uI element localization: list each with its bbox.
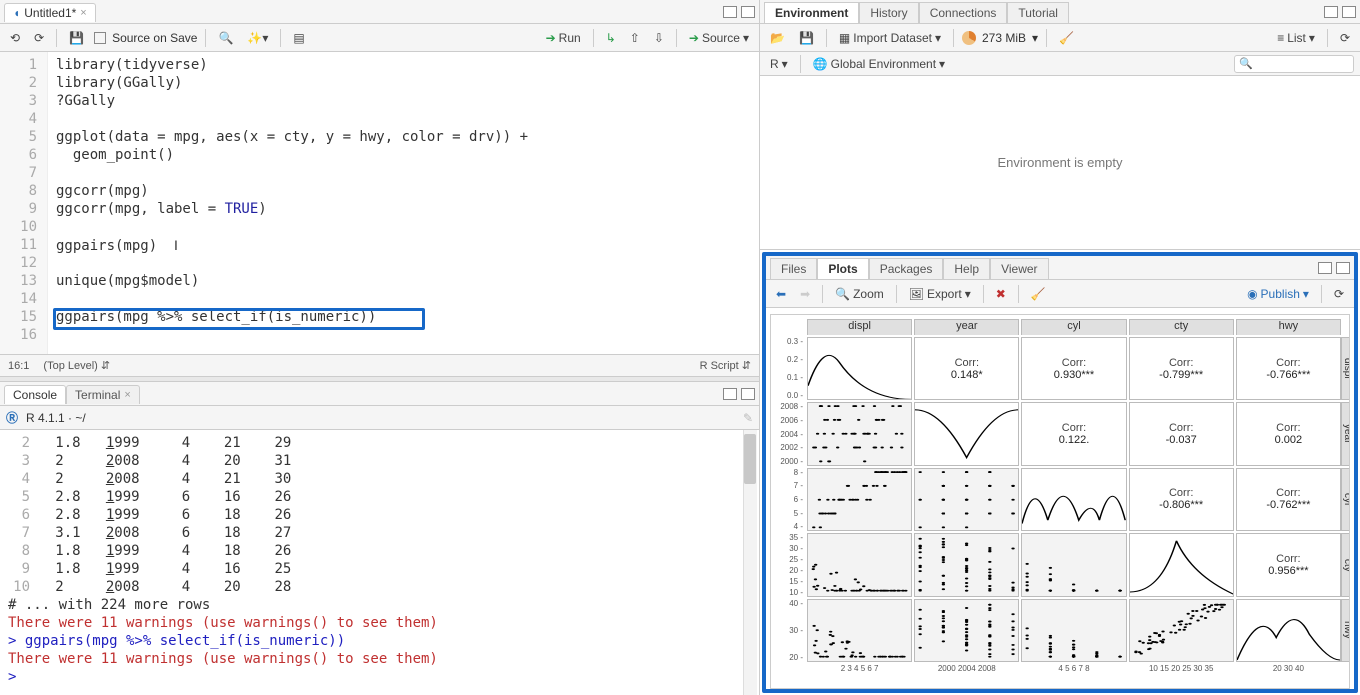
export-button[interactable]: 🖼 Export ▾ [905, 285, 975, 303]
tab-plots[interactable]: Plots [817, 258, 868, 279]
plots-highlight: Files Plots Packages Help Viewer ⬅ ➡ 🔍 Z… [762, 252, 1358, 693]
publish-button[interactable]: ◉ Publish ▾ [1243, 285, 1313, 303]
zoom-button[interactable]: 🔍 Zoom [831, 285, 888, 303]
env-search-input[interactable] [1234, 55, 1354, 73]
tab-packages[interactable]: Packages [869, 258, 944, 279]
r-logo-icon: Ⓡ [6, 409, 18, 426]
tab-help[interactable]: Help [943, 258, 990, 279]
up-icon[interactable]: ⇧ [626, 29, 644, 47]
scope-label[interactable]: (Top Level) ⇵ [43, 359, 110, 372]
plots-tabbar: Files Plots Packages Help Viewer [766, 256, 1354, 280]
source-toolbar: ⟲ ⟳ 💾 Source on Save 🔍 ✨▾ ▤ ➔ Run ↳ ⇧ ⇩ … [0, 24, 759, 52]
tab-viewer[interactable]: Viewer [990, 258, 1048, 279]
maximize-icon[interactable] [741, 6, 755, 18]
broom-icon[interactable]: 🧹 [1055, 29, 1078, 47]
forward-icon[interactable]: ⟳ [30, 29, 48, 47]
console-header: Ⓡ R 4.1.1 · ~/ ✎ [0, 406, 759, 430]
minimize-icon[interactable] [1324, 6, 1338, 18]
broom-icon[interactable]: 🧹 [1027, 285, 1050, 303]
lang-selector[interactable]: R ▾ [766, 55, 792, 73]
console-tab[interactable]: Console [4, 385, 66, 404]
scrollbar[interactable] [743, 430, 757, 695]
tab-connections[interactable]: Connections [919, 2, 1008, 23]
save-icon[interactable]: 💾 [65, 29, 88, 47]
remove-plot-icon[interactable]: ✖ [992, 285, 1010, 303]
tab-history[interactable]: History [859, 2, 918, 23]
env-tabbar: Environment History Connections Tutorial [760, 0, 1360, 24]
tab-tutorial[interactable]: Tutorial [1007, 2, 1069, 23]
env-scope-bar: R ▾ 🌐 Global Environment ▾ [760, 52, 1360, 76]
run-button[interactable]: ➔ Run [542, 29, 585, 47]
wand-icon[interactable]: ✨▾ [243, 29, 272, 47]
env-toolbar: 📂 💾 ▦ Import Dataset ▾ 273 MiB ▾ 🧹 ≡ Lis… [760, 24, 1360, 52]
source-editor[interactable]: 12345678910111213141516 library(tidyvers… [0, 52, 759, 354]
cursor-pos: 16:1 [8, 360, 29, 372]
rerun-icon[interactable]: ↳ [602, 29, 620, 47]
open-icon[interactable]: 📂 [766, 29, 789, 47]
line-gutter: 12345678910111213141516 [0, 52, 48, 354]
source-tab-title: Untitled1* [24, 6, 76, 20]
clear-icon[interactable]: ✎ [743, 411, 753, 425]
notebook-icon[interactable]: ▤ [289, 29, 308, 47]
r-version: R 4.1.1 · ~/ [26, 411, 86, 425]
source-on-save-label: Source on Save [112, 31, 197, 45]
import-dataset-button[interactable]: ▦ Import Dataset ▾ [835, 29, 945, 47]
maximize-icon[interactable] [1336, 262, 1350, 274]
source-statusbar: 16:1 (Top Level) ⇵ R Script ⇵ [0, 354, 759, 376]
console-output[interactable]: 2 1.8 1999 4 21 293 2 2008 4 20 314 2 20… [0, 430, 759, 695]
back-icon[interactable]: ⟲ [6, 29, 24, 47]
lang-label[interactable]: R Script ⇵ [700, 359, 751, 372]
find-icon[interactable]: 🔍 [214, 29, 237, 47]
memory-label: 273 MiB [982, 31, 1026, 45]
minimize-icon[interactable] [723, 388, 737, 400]
maximize-icon[interactable] [741, 388, 755, 400]
memory-pie-icon[interactable] [962, 31, 976, 45]
tab-files[interactable]: Files [770, 258, 817, 279]
source-on-save-checkbox[interactable] [94, 32, 106, 44]
minimize-icon[interactable] [1318, 262, 1332, 274]
maximize-icon[interactable] [1342, 6, 1356, 18]
source-button[interactable]: ➔ Source ▾ [685, 29, 753, 47]
refresh-icon[interactable]: ⟳ [1330, 285, 1348, 303]
source-tabbar: ◖ Untitled1* × [0, 0, 759, 24]
down-icon[interactable]: ⇩ [650, 29, 668, 47]
plot-canvas: displyearcylctyhwy displyearcylctyhwy 0.… [770, 314, 1350, 689]
list-view-button[interactable]: ≡ List ▾ [1273, 29, 1319, 47]
env-empty-msg: Environment is empty [760, 76, 1360, 249]
save-icon[interactable]: 💾 [795, 29, 818, 47]
tab-environment[interactable]: Environment [764, 2, 859, 23]
source-tab[interactable]: ◖ Untitled1* × [4, 3, 96, 22]
refresh-icon[interactable]: ⟳ [1336, 29, 1354, 47]
scope-selector[interactable]: 🌐 Global Environment ▾ [809, 55, 949, 73]
scrollbar-thumb[interactable] [744, 434, 756, 484]
console-tabbar: Console Terminal × [0, 382, 759, 406]
close-icon[interactable]: × [80, 7, 86, 19]
code-area[interactable]: library(tidyverse)library(GGally)?GGally… [48, 52, 759, 354]
minimize-icon[interactable] [723, 6, 737, 18]
r-icon: ◖ [13, 6, 20, 20]
plots-toolbar: ⬅ ➡ 🔍 Zoom 🖼 Export ▾ ✖ 🧹 ◉ Publish ▾ ⟳ [766, 280, 1354, 308]
prev-plot-icon[interactable]: ⬅ [772, 285, 790, 303]
terminal-tab[interactable]: Terminal × [66, 385, 140, 404]
next-plot-icon[interactable]: ➡ [796, 285, 814, 303]
